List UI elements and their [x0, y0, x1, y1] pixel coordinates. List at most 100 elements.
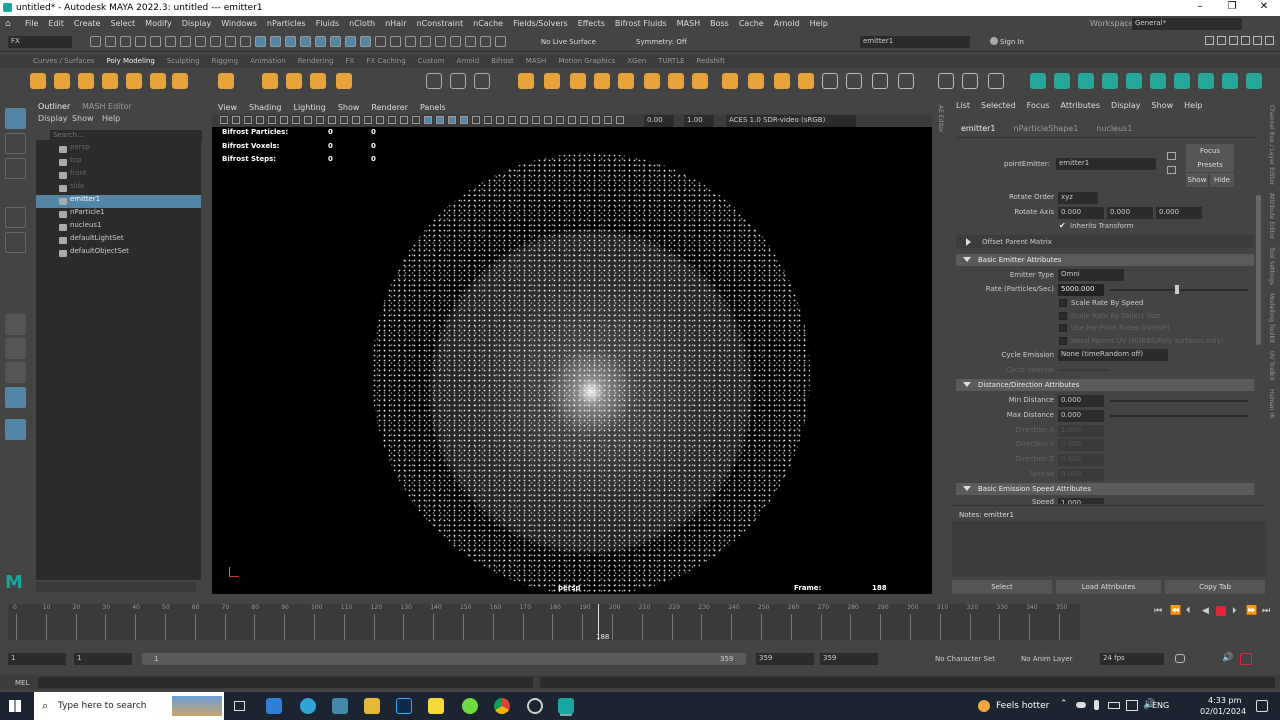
- menu-file[interactable]: File: [25, 19, 38, 28]
- viewport-tool-icon[interactable]: [580, 116, 588, 124]
- shelf-tool-icon[interactable]: [1174, 73, 1190, 89]
- menu-modify[interactable]: Modify: [145, 19, 172, 28]
- status-tool-icon[interactable]: [495, 36, 506, 47]
- viewport-tool-icon[interactable]: [268, 116, 276, 124]
- shelf-tool-icon[interactable]: [544, 73, 560, 89]
- section-emission-speed[interactable]: Basic Emission Speed Attributes: [956, 483, 1254, 495]
- shelf-tab-rigging[interactable]: Rigging: [212, 57, 239, 65]
- shelf-tab-mash[interactable]: MASH: [526, 57, 547, 65]
- viewport-tool-icon[interactable]: [520, 116, 528, 124]
- viewport-tool-icon[interactable]: [304, 116, 312, 124]
- min-distance-field[interactable]: 0.000: [1058, 395, 1104, 407]
- focus-button[interactable]: Focus: [1186, 144, 1234, 158]
- symmetry-select[interactable]: Symmetry: Off: [636, 38, 687, 46]
- edge-icon[interactable]: [300, 698, 316, 714]
- step-forward-key-icon[interactable]: ⏩: [1246, 606, 1257, 616]
- shelf-tab-fx-caching[interactable]: FX Caching: [366, 57, 405, 65]
- status-tool-icon[interactable]: [420, 36, 431, 47]
- side-tab-modelling-toolkit[interactable]: Modelling Toolkit: [1268, 293, 1275, 343]
- menu-edit[interactable]: Edit: [48, 19, 64, 28]
- side-tab-channel-box-layer-editor[interactable]: Channel Box / Layer Editor: [1268, 105, 1275, 185]
- status-tool-icon[interactable]: [465, 36, 476, 47]
- shelf-tool-icon[interactable]: [1150, 73, 1166, 89]
- shelf-tool-icon[interactable]: [774, 73, 790, 89]
- status-tool-icon[interactable]: [285, 36, 296, 47]
- status-tool-icon[interactable]: [150, 36, 161, 47]
- status-tool-icon[interactable]: [375, 36, 386, 47]
- tray-chevron-icon[interactable]: ⌃: [1060, 699, 1068, 709]
- range-end-field[interactable]: 359: [756, 653, 814, 665]
- status-tool-icon[interactable]: [405, 36, 416, 47]
- sound-icon[interactable]: 🔊: [1222, 653, 1233, 663]
- outliner-menu-show[interactable]: Show: [72, 114, 94, 123]
- shelf-tab-poly-modeling[interactable]: Poly Modeling: [106, 57, 154, 65]
- viewport-tool-icon[interactable]: [340, 116, 348, 124]
- shelf-tool-icon[interactable]: [310, 73, 326, 89]
- shelf-tool-icon[interactable]: [988, 73, 1004, 89]
- checkbox-use-per-point-rates-ratevp[interactable]: [1059, 324, 1067, 332]
- shelf-tab-sculpting[interactable]: Sculpting: [167, 57, 200, 65]
- shelf-tab-fx[interactable]: FX: [346, 57, 355, 65]
- select-tool-icon[interactable]: [5, 108, 26, 129]
- status-tool-icon[interactable]: [120, 36, 131, 47]
- status-tool-icon[interactable]: [195, 36, 206, 47]
- status-tool-icon[interactable]: [240, 36, 251, 47]
- viewport-tool-icon[interactable]: [532, 116, 540, 124]
- menu-cache[interactable]: Cache: [739, 19, 764, 28]
- shelf-tool-icon[interactable]: [150, 73, 166, 89]
- ae-menu-display[interactable]: Display: [1111, 101, 1141, 110]
- ae-menu-attributes[interactable]: Attributes: [1061, 101, 1101, 110]
- viewport-tool-icon[interactable]: [400, 116, 408, 124]
- node-name-field[interactable]: emitter1: [1056, 158, 1156, 170]
- status-tool-icon[interactable]: [390, 36, 401, 47]
- close-button[interactable]: ✕: [1249, 1, 1279, 12]
- shelf-tool-icon[interactable]: [450, 73, 466, 89]
- ae-menu-list[interactable]: List: [956, 101, 970, 110]
- menu-nparticles[interactable]: nParticles: [267, 19, 306, 28]
- max-distance-field[interactable]: 0.000: [1058, 410, 1104, 422]
- status-tool-icon[interactable]: [450, 36, 461, 47]
- shelf-tool-icon[interactable]: [172, 73, 188, 89]
- shelf-tool-icon[interactable]: [126, 73, 142, 89]
- play-back-icon[interactable]: ◀: [1202, 606, 1209, 616]
- shelf-tool-icon[interactable]: [1030, 73, 1046, 89]
- sticky-notes-icon[interactable]: [428, 698, 444, 714]
- outliner-item-front[interactable]: front: [36, 169, 201, 182]
- max-distance-slider[interactable]: [1110, 415, 1248, 417]
- menu-ncache[interactable]: nCache: [473, 19, 503, 28]
- inherits-checkbox[interactable]: ✔: [1059, 221, 1066, 230]
- viewport-menu-renderer[interactable]: Renderer: [371, 103, 408, 112]
- current-frame-marker[interactable]: 188: [596, 633, 609, 641]
- outliner-menu-help[interactable]: Help: [102, 114, 120, 123]
- range-bar[interactable]: [142, 653, 746, 665]
- outliner-item-nparticle1[interactable]: nParticle1: [36, 208, 201, 221]
- loop-icon[interactable]: [1175, 654, 1185, 663]
- shelf-tool-icon[interactable]: [668, 73, 684, 89]
- viewport-tool-icon[interactable]: [352, 116, 360, 124]
- viewport-tool-icon[interactable]: [436, 116, 444, 124]
- viewport-tool-icon[interactable]: [424, 116, 432, 124]
- store-icon[interactable]: [332, 698, 348, 714]
- status-tool-icon[interactable]: [330, 36, 341, 47]
- section-basic-emitter[interactable]: Basic Emitter Attributes: [956, 254, 1254, 266]
- mic-icon[interactable]: [1094, 700, 1099, 710]
- outliner-item-defaultobjectset[interactable]: defaultObjectSet: [36, 247, 201, 260]
- shelf-tool-icon[interactable]: [518, 73, 534, 89]
- fps-select[interactable]: 24 fps: [1100, 653, 1164, 665]
- anim-layer-label[interactable]: No Anim Layer: [1021, 655, 1072, 663]
- node-input-icon[interactable]: [1167, 166, 1176, 174]
- shelf-tool-icon[interactable]: [218, 73, 234, 89]
- status-tool-icon[interactable]: [180, 36, 191, 47]
- ae-menu-show[interactable]: Show: [1152, 101, 1174, 110]
- show-button[interactable]: Show: [1186, 173, 1208, 187]
- sign-in-button[interactable]: Sign In: [1000, 38, 1024, 46]
- step-forward-icon[interactable]: ⏵: [1232, 606, 1237, 616]
- prefs-icon[interactable]: [1240, 653, 1252, 665]
- outliner-tab[interactable]: Outliner: [38, 102, 70, 111]
- network-icon[interactable]: [1126, 700, 1138, 711]
- help-icon[interactable]: [1205, 36, 1214, 45]
- menu-bifrost-fluids[interactable]: Bifrost Fluids: [615, 19, 667, 28]
- tray-cloud-icon[interactable]: [1076, 702, 1086, 708]
- layout-four-icon[interactable]: [5, 338, 26, 359]
- menu-select[interactable]: Select: [110, 19, 135, 28]
